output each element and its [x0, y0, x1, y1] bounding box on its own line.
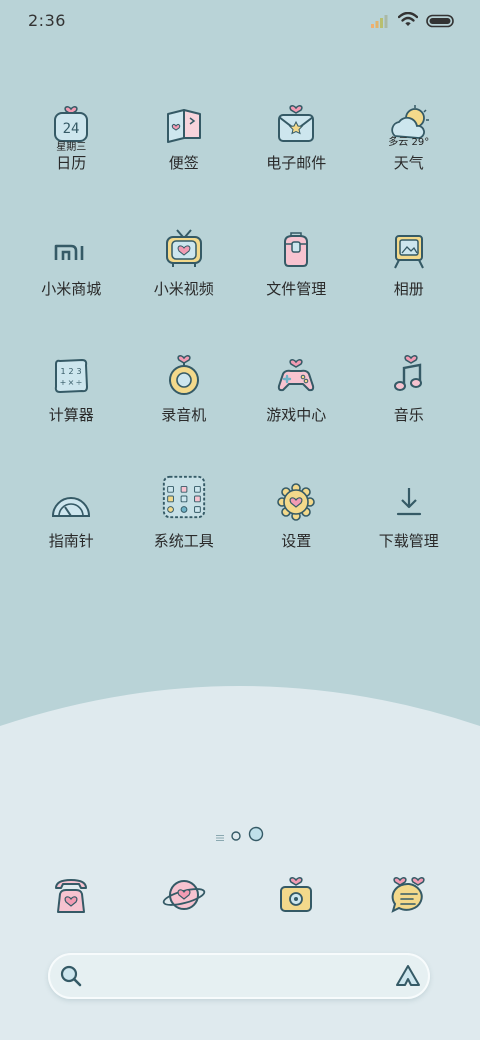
app-calendar[interactable]: 24 星期三 日历	[15, 88, 128, 214]
calc-key: 2	[69, 367, 74, 376]
recorder-icon	[160, 340, 208, 396]
app-label: 下载管理	[378, 532, 439, 550]
assistant-icon[interactable]	[394, 963, 422, 993]
app-mi-video[interactable]: 小米视频	[128, 214, 241, 340]
app-email[interactable]: 电子邮件	[240, 88, 353, 214]
app-label: 录音机	[161, 406, 207, 424]
camera-icon	[272, 868, 320, 918]
gallery-icon	[385, 214, 433, 270]
settings-icon	[272, 466, 320, 522]
app-game-center[interactable]: 游戏中心	[240, 340, 353, 466]
app-notes[interactable]: 便签	[128, 88, 241, 214]
search-bar[interactable]	[48, 953, 430, 999]
app-recorder[interactable]: 录音机	[128, 340, 241, 466]
music-icon	[385, 340, 433, 396]
app-label: 指南针	[48, 532, 94, 550]
app-mi-store[interactable]: 小米商城	[15, 214, 128, 340]
battery-icon	[426, 13, 454, 32]
app-label: 游戏中心	[266, 406, 327, 424]
search-icon[interactable]	[58, 963, 84, 993]
tv-icon	[160, 214, 208, 270]
app-label: 小米商城	[41, 280, 102, 298]
calendar-icon: 24	[47, 88, 95, 144]
home-menu-icon[interactable]	[216, 827, 224, 846]
app-music[interactable]: 音乐	[353, 340, 466, 466]
app-label: 设置	[281, 532, 312, 550]
app-label: 天气	[393, 154, 424, 172]
calc-key: ×	[68, 378, 75, 387]
app-weather[interactable]: 多云 29° 天气	[353, 88, 466, 214]
app-label: 电子邮件	[266, 154, 327, 172]
app-grid: 24 星期三 日历 便签 电子邮件 多云 29° 天气 小米商城 小米视频 文件…	[15, 88, 465, 592]
dock-camera[interactable]	[240, 868, 353, 918]
status-bar: 2:36	[0, 0, 480, 40]
phone-icon	[47, 868, 95, 918]
calculator-icon: 1 2 3 + × ÷	[47, 340, 95, 396]
page-indicator[interactable]	[0, 826, 480, 846]
messages-icon	[385, 868, 433, 918]
app-label: 小米视频	[153, 280, 214, 298]
dock-messages[interactable]	[353, 868, 466, 918]
app-gallery[interactable]: 相册	[353, 214, 466, 340]
calc-key: 1	[61, 367, 66, 376]
system-tools-folder-icon	[160, 466, 208, 522]
notes-icon	[160, 88, 208, 144]
download-icon	[385, 466, 433, 522]
app-label: 音乐	[393, 406, 424, 424]
app-compass[interactable]: 指南针	[15, 466, 128, 592]
app-label: 日历	[56, 154, 87, 172]
clock: 2:36	[28, 11, 66, 30]
calc-key: +	[60, 378, 67, 387]
wifi-icon	[397, 11, 419, 32]
calc-key: ÷	[76, 378, 83, 387]
app-system-tools[interactable]: 系统工具	[128, 466, 241, 592]
app-calculator[interactable]: 1 2 3 + × ÷ 计算器	[15, 340, 128, 466]
dock-browser[interactable]	[128, 868, 241, 918]
app-label: 文件管理	[266, 280, 327, 298]
app-label: 相册	[393, 280, 424, 298]
calendar-date: 24	[63, 121, 80, 137]
weather-summary: 多云 29°	[388, 137, 430, 148]
dock-phone[interactable]	[15, 868, 128, 918]
app-file-manager[interactable]: 文件管理	[240, 214, 353, 340]
app-label: 计算器	[48, 406, 94, 424]
page-dot[interactable]	[230, 827, 242, 846]
file-manager-icon	[272, 214, 320, 270]
gamepad-icon	[272, 340, 320, 396]
compass-icon	[47, 466, 95, 522]
app-download-manager[interactable]: 下载管理	[353, 466, 466, 592]
browser-planet-icon	[160, 868, 208, 918]
status-icons	[370, 11, 454, 32]
page-dot-active[interactable]	[248, 826, 264, 846]
dock	[15, 868, 465, 918]
mi-store-icon	[47, 214, 95, 270]
app-label: 系统工具	[153, 532, 214, 550]
signal-icon	[370, 13, 390, 32]
calendar-weekday: 星期三	[56, 142, 87, 153]
app-settings[interactable]: 设置	[240, 466, 353, 592]
calc-key: 3	[77, 367, 82, 376]
email-icon	[272, 88, 320, 144]
app-label: 便签	[168, 154, 199, 172]
